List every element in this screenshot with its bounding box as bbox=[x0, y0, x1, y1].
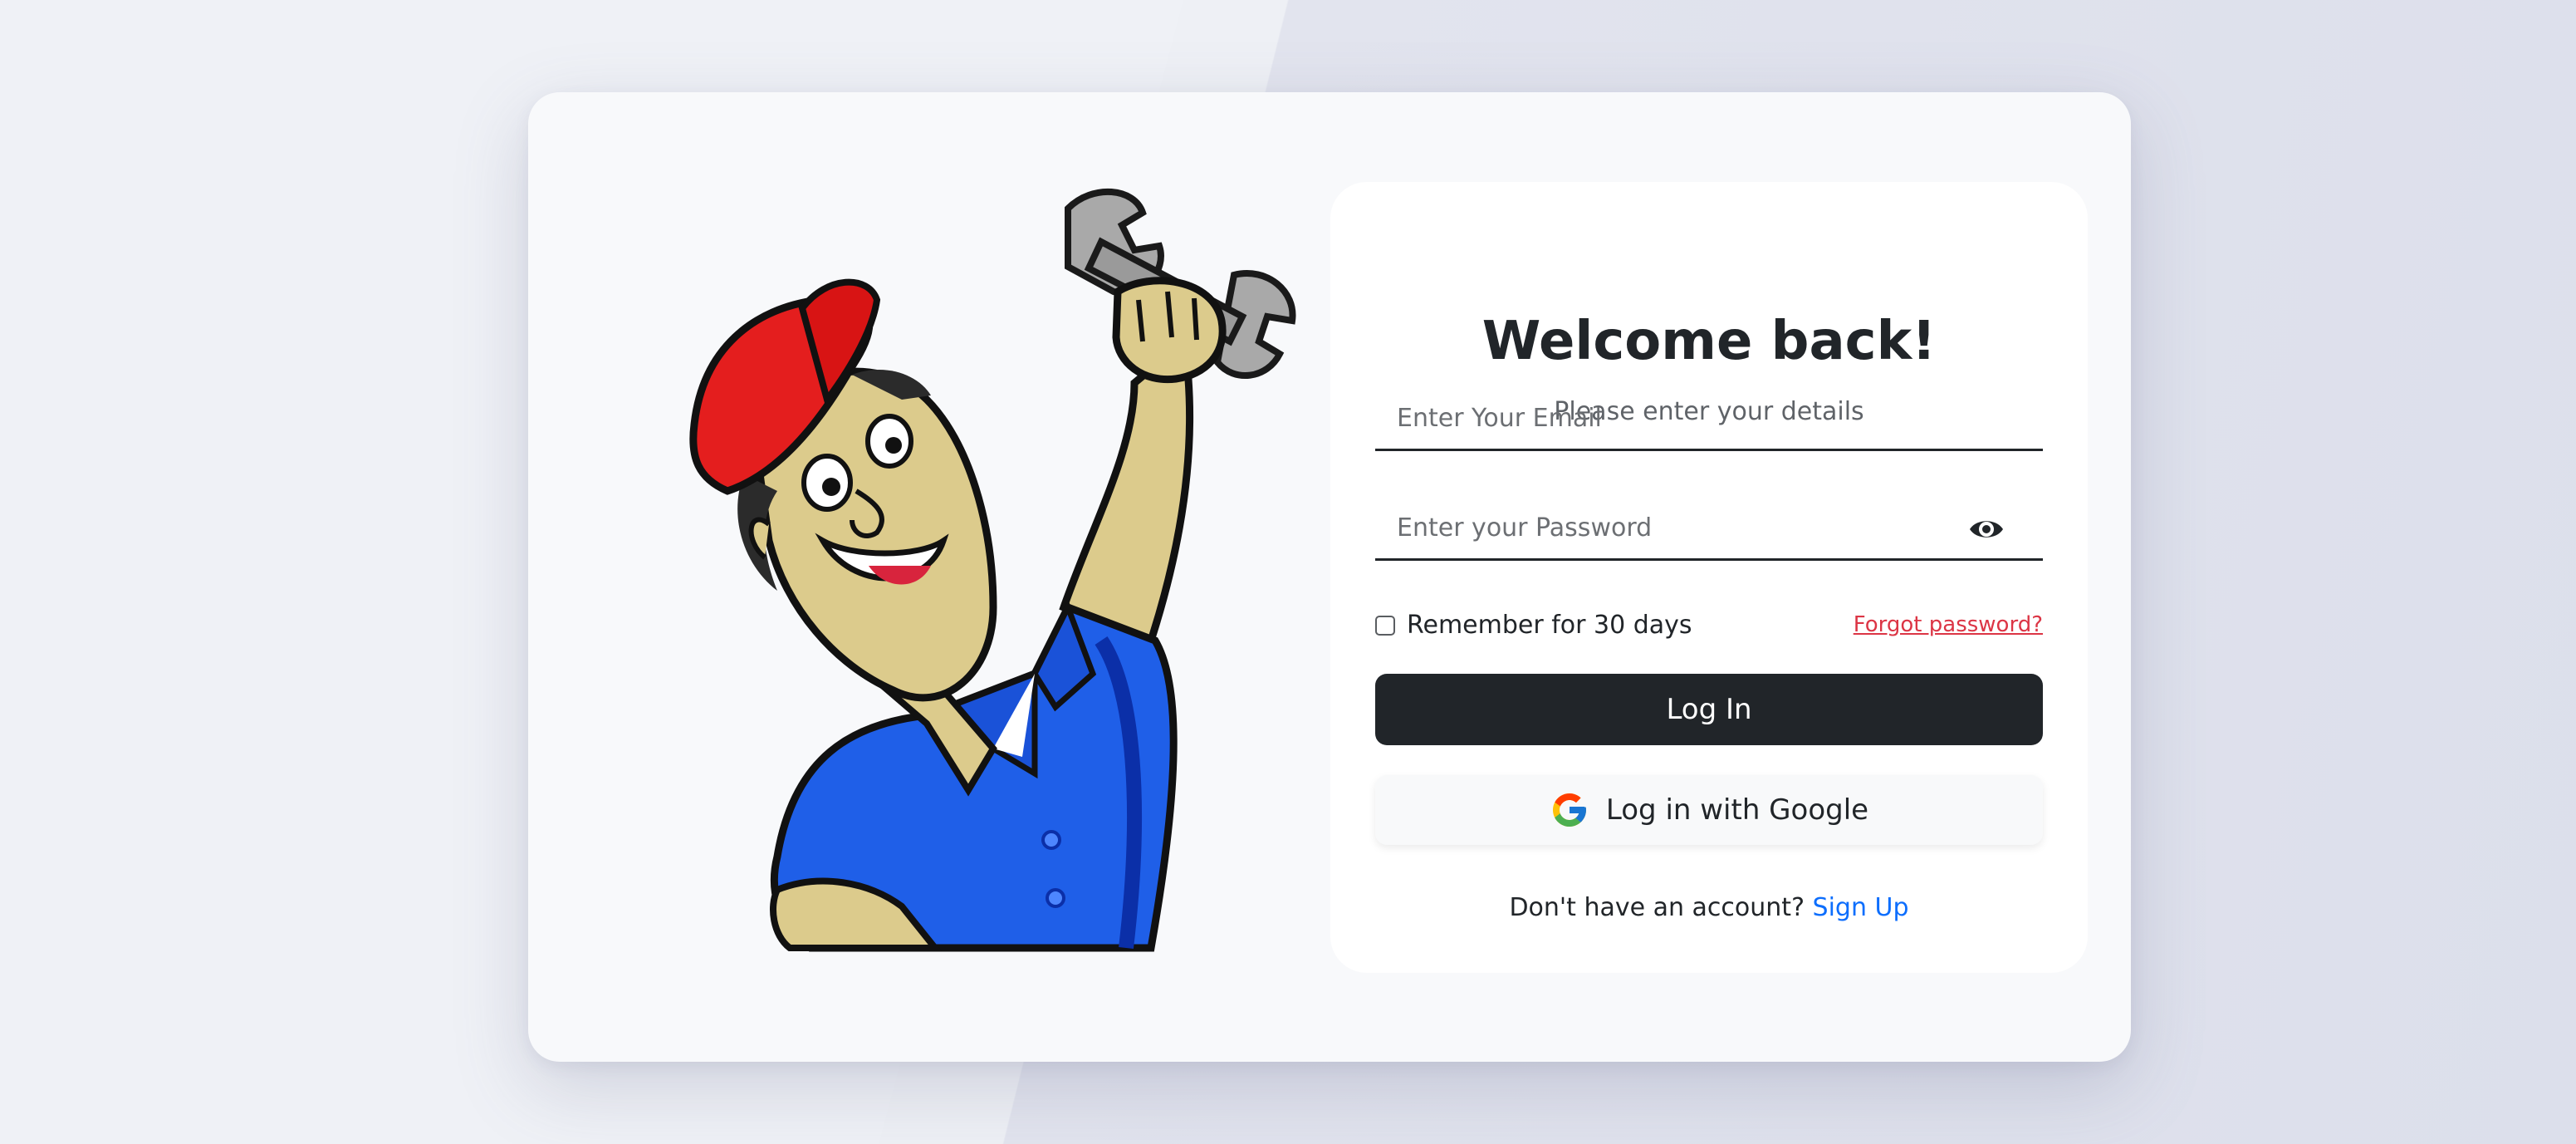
remember-me: Remember for 30 days bbox=[1375, 611, 1692, 640]
mechanic-illustration bbox=[689, 189, 1296, 952]
signup-link[interactable]: Sign Up bbox=[1813, 893, 1909, 922]
login-form-panel: Welcome back! Please enter your details … bbox=[1330, 182, 2088, 973]
email-field-container bbox=[1375, 388, 2043, 451]
google-logo-icon bbox=[1552, 793, 1586, 827]
eye-icon[interactable] bbox=[1968, 514, 2005, 544]
login-button[interactable]: Log In bbox=[1375, 674, 2043, 745]
password-input[interactable] bbox=[1375, 498, 2043, 558]
google-button-label: Log in with Google bbox=[1605, 793, 1869, 827]
google-login-button[interactable]: Log in with Google bbox=[1375, 775, 2043, 845]
email-input[interactable] bbox=[1375, 388, 2043, 449]
page-title: Welcome back! bbox=[1481, 311, 1937, 372]
password-field-container bbox=[1375, 498, 2043, 561]
signup-prompt: Don't have an account? Sign Up bbox=[1330, 893, 2088, 922]
remember-checkbox[interactable] bbox=[1375, 615, 1395, 636]
login-card: Welcome back! Please enter your details … bbox=[528, 92, 2131, 1062]
remember-label: Remember for 30 days bbox=[1407, 611, 1692, 640]
signup-prompt-text: Don't have an account? bbox=[1509, 893, 1805, 922]
forgot-password-link[interactable]: Forgot password? bbox=[1854, 612, 2043, 637]
